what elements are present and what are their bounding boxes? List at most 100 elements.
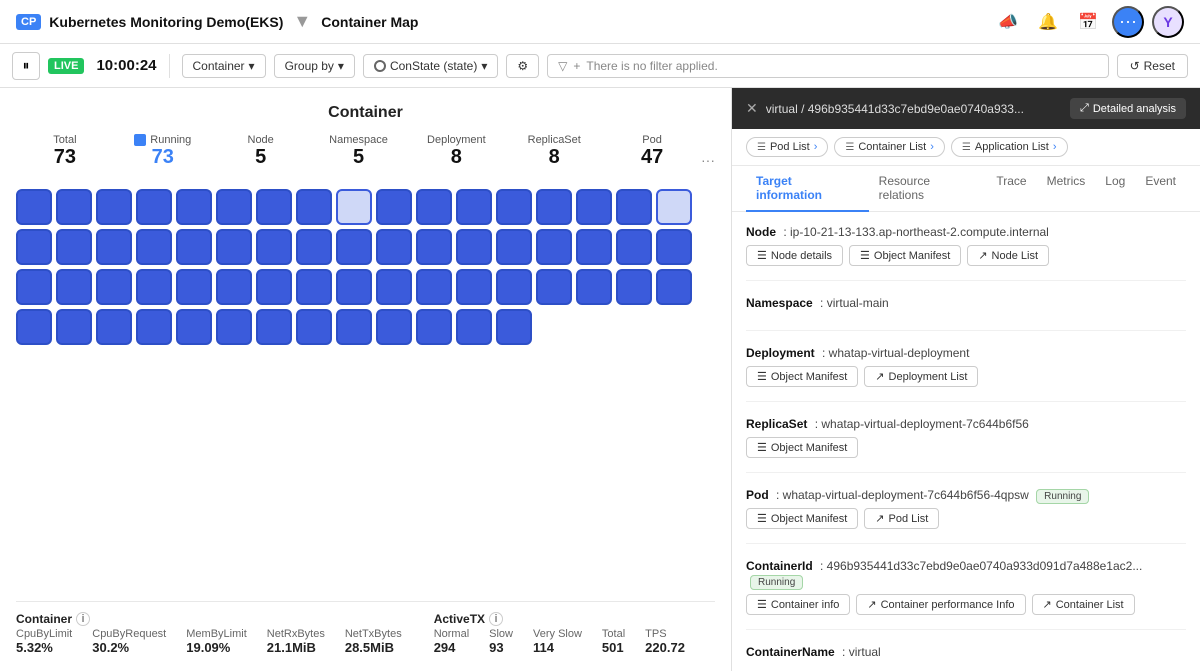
container-cell[interactable] (16, 269, 52, 305)
container-cell[interactable] (656, 229, 692, 265)
container-cell[interactable] (296, 309, 332, 345)
container-cell[interactable] (496, 229, 532, 265)
container-cell[interactable] (176, 309, 212, 345)
container-cell[interactable] (496, 269, 532, 305)
container-cell[interactable] (216, 229, 252, 265)
more-icon[interactable]: ··· (1112, 6, 1144, 38)
container-cell[interactable] (136, 229, 172, 265)
container-cell[interactable] (456, 309, 492, 345)
container-cell[interactable] (576, 189, 612, 225)
container-cell[interactable] (56, 269, 92, 305)
btn-object-manifest[interactable]: ☰ Object Manifest (849, 245, 961, 266)
tab-log[interactable]: Log (1095, 166, 1135, 212)
container-selector[interactable]: Container ▾ (182, 54, 266, 78)
detailed-analysis-button[interactable]: ⤢ Detailed analysis (1070, 98, 1186, 119)
tab-trace[interactable]: Trace (986, 166, 1036, 212)
container-cell[interactable] (16, 309, 52, 345)
calendar-icon[interactable]: 📅 (1072, 6, 1104, 38)
breadcrumb-container-list[interactable]: ☰Container List› (834, 137, 945, 157)
container-cell[interactable] (96, 189, 132, 225)
reset-button[interactable]: ↺ Reset (1117, 54, 1188, 78)
nav-dropdown-icon[interactable]: ▼ (293, 11, 311, 32)
container-cell[interactable] (16, 229, 52, 265)
announcement-icon[interactable]: 📣 (992, 6, 1024, 38)
container-cell[interactable] (616, 189, 652, 225)
tab-target-information[interactable]: Target information (746, 166, 869, 212)
filter-bar[interactable]: ▽ + There is no filter applied. (547, 54, 1108, 78)
container-cell[interactable] (376, 269, 412, 305)
container-cell[interactable] (616, 269, 652, 305)
container-cell[interactable] (136, 309, 172, 345)
container-cell[interactable] (576, 269, 612, 305)
close-button[interactable]: ✕ (746, 100, 758, 117)
container-cell[interactable] (56, 229, 92, 265)
btn-object-manifest[interactable]: ☰ Object Manifest (746, 437, 858, 458)
btn-container-info[interactable]: ☰ Container info (746, 594, 850, 615)
container-cell[interactable] (256, 229, 292, 265)
container-cell[interactable] (416, 229, 452, 265)
container-cell[interactable] (256, 189, 292, 225)
container-cell[interactable] (136, 189, 172, 225)
tab-event[interactable]: Event (1135, 166, 1186, 212)
container-cell[interactable] (176, 189, 212, 225)
btn-object-manifest[interactable]: ☰ Object Manifest (746, 366, 858, 387)
tab-resource-relations[interactable]: Resource relations (869, 166, 987, 212)
container-cell[interactable] (296, 229, 332, 265)
container-cell[interactable] (536, 269, 572, 305)
stats-more-btn[interactable]: ··· (701, 134, 715, 168)
container-cell[interactable] (56, 189, 92, 225)
container-cell[interactable] (416, 189, 452, 225)
btn-deployment-list[interactable]: ↗ Deployment List (864, 366, 978, 387)
container-cell[interactable] (256, 309, 292, 345)
container-cell[interactable] (296, 269, 332, 305)
activetx-info-icon[interactable]: i (489, 612, 503, 626)
container-cell[interactable] (336, 189, 372, 225)
container-cell[interactable] (416, 309, 452, 345)
container-cell[interactable] (456, 229, 492, 265)
container-info-icon[interactable]: i (76, 612, 90, 626)
pause-button[interactable]: ⏸ (12, 52, 40, 80)
btn-pod-list[interactable]: ↗ Pod List (864, 508, 939, 529)
container-cell[interactable] (376, 229, 412, 265)
container-cell[interactable] (616, 229, 652, 265)
container-cell[interactable] (176, 269, 212, 305)
container-cell[interactable] (376, 189, 412, 225)
container-cell[interactable] (336, 309, 372, 345)
user-avatar[interactable]: Y (1152, 6, 1184, 38)
container-cell[interactable] (456, 189, 492, 225)
container-cell[interactable] (96, 229, 132, 265)
container-cell[interactable] (256, 269, 292, 305)
container-cell[interactable] (416, 269, 452, 305)
container-cell[interactable] (96, 269, 132, 305)
container-cell[interactable] (216, 189, 252, 225)
container-cell[interactable] (576, 229, 612, 265)
bell-icon[interactable]: 🔔 (1032, 6, 1064, 38)
container-cell[interactable] (456, 269, 492, 305)
btn-container-performance-info[interactable]: ↗ Container performance Info (856, 594, 1025, 615)
tab-metrics[interactable]: Metrics (1037, 166, 1096, 212)
constate-btn[interactable]: ConState (state) ▾ (363, 54, 498, 78)
container-cell[interactable] (336, 269, 372, 305)
btn-object-manifest[interactable]: ☰ Object Manifest (746, 508, 858, 529)
btn-container-list[interactable]: ↗ Container List (1032, 594, 1135, 615)
container-cell[interactable] (376, 309, 412, 345)
group-by-btn[interactable]: Group by ▾ (274, 54, 355, 78)
breadcrumb-pod-list[interactable]: ☰Pod List› (746, 137, 828, 157)
container-cell[interactable] (96, 309, 132, 345)
container-cell[interactable] (56, 309, 92, 345)
container-cell[interactable] (136, 269, 172, 305)
container-cell[interactable] (536, 229, 572, 265)
btn-node-list[interactable]: ↗ Node List (967, 245, 1049, 266)
container-cell[interactable] (336, 229, 372, 265)
container-cell[interactable] (176, 229, 212, 265)
container-cell[interactable] (536, 189, 572, 225)
settings-btn[interactable]: ⚙ (506, 54, 539, 78)
container-cell[interactable] (216, 269, 252, 305)
container-cell[interactable] (296, 189, 332, 225)
container-cell[interactable] (656, 269, 692, 305)
container-cell[interactable] (656, 189, 692, 225)
container-cell[interactable] (216, 309, 252, 345)
container-cell[interactable] (496, 189, 532, 225)
container-cell[interactable] (496, 309, 532, 345)
breadcrumb-application-list[interactable]: ☰Application List› (951, 137, 1068, 157)
